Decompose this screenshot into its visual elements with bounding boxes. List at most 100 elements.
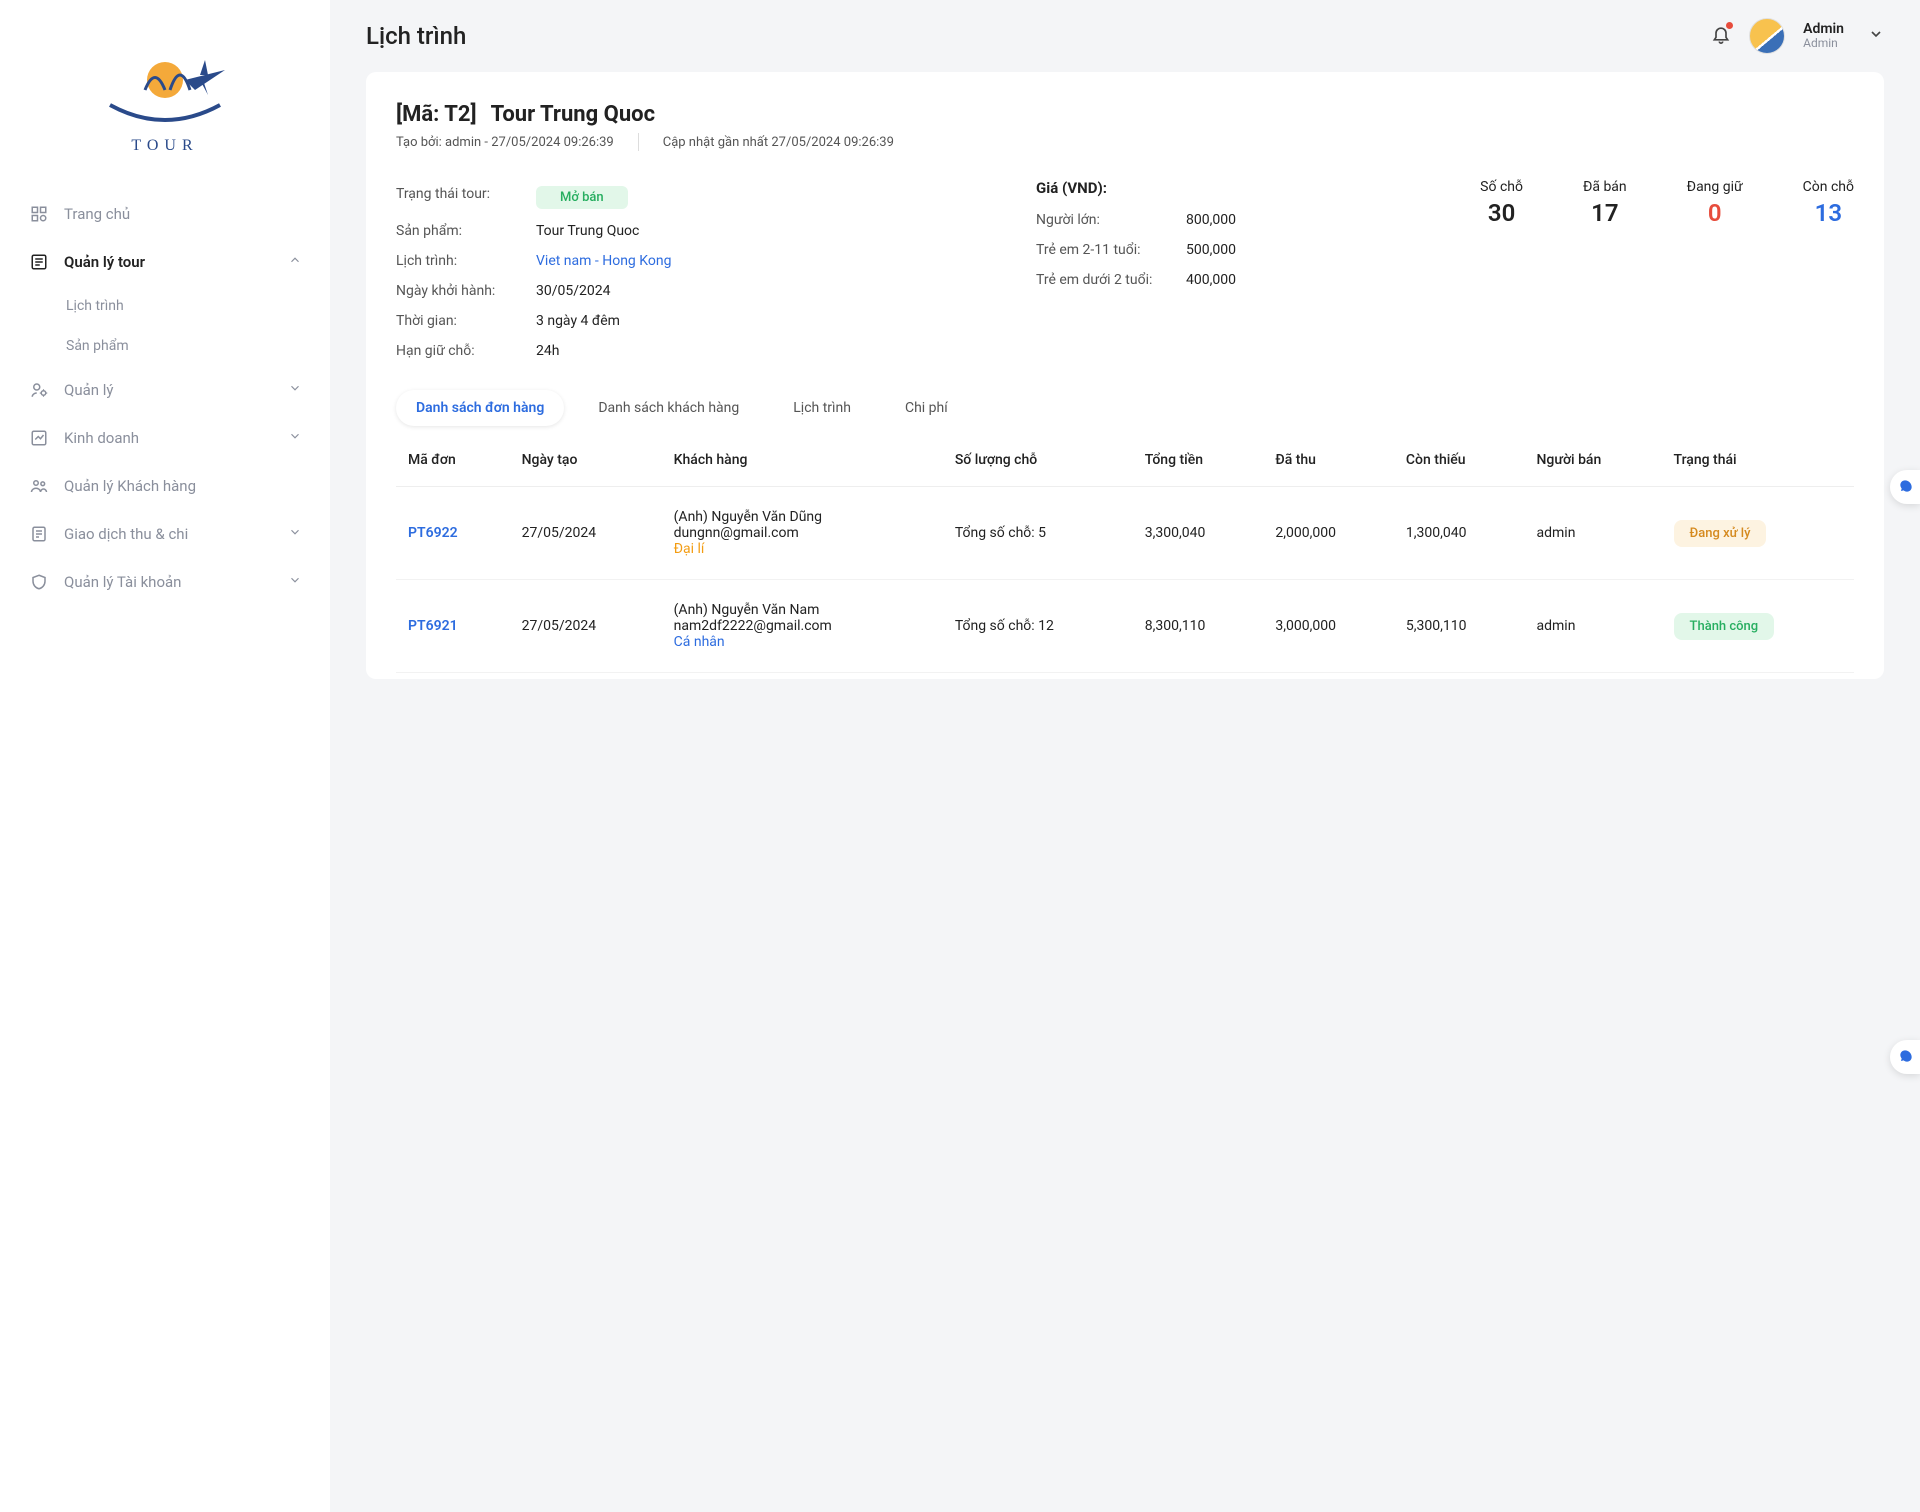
value-depart: 30/05/2024 [536,283,611,299]
cell-customer: (Anh) Nguyễn Văn Namnam2df2222@gmail.com… [662,580,943,673]
logo: TOUR [0,15,330,190]
nav-business[interactable]: Kinh doanh [22,414,308,462]
cell-remaining: 5,300,110 [1394,580,1525,673]
nav-home-label: Trang chủ [64,205,130,223]
user-name: Admin [1803,21,1844,37]
cell-created: 27/05/2024 [510,580,662,673]
cell-seats: Tổng số chỗ: 5 [943,487,1133,580]
th-seats: Số lượng chỗ [943,434,1133,487]
cell-seller: admin [1525,580,1662,673]
stat-seats: 30 [1480,199,1523,227]
list-icon [28,253,50,271]
float-widget-2[interactable] [1890,1040,1920,1074]
avatar[interactable] [1749,18,1785,54]
value-duration: 3 ngày 4 đêm [536,313,620,329]
receipt-icon [28,525,50,543]
stat-sold-label: Đã bán [1583,179,1627,195]
tab-customers[interactable]: Danh sách khách hàng [578,390,759,426]
nav-management-label: Quản lý [64,381,114,399]
nav-product[interactable]: Sản phẩm [66,326,308,366]
tour-code: [Mã: T2] [396,102,477,127]
detail-card: [Mã: T2] Tour Trung Quoc Tạo bởi: admin … [366,72,1884,679]
user-menu[interactable]: Admin Admin [1803,21,1844,51]
cell-status: Đang xử lý [1662,487,1854,580]
nav-schedule[interactable]: Lịch trình [66,286,308,326]
label-child: Trẻ em 2-11 tuổi: [1036,242,1186,258]
user-cog-icon [28,381,50,399]
cell-paid: 2,000,000 [1263,487,1394,580]
nav-management[interactable]: Quản lý [22,366,308,414]
nav-account-mgmt[interactable]: Quản lý Tài khoản [22,558,308,606]
created-by: Tạo bởi: admin - 27/05/2024 09:26:39 [396,135,614,150]
nav-business-label: Kinh doanh [64,429,139,447]
nav-home[interactable]: Trang chủ [22,190,308,238]
value-adult: 800,000 [1186,212,1236,228]
label-hold: Hạn giữ chỗ: [396,343,536,359]
nav-tour-mgmt-label: Quản lý tour [64,253,145,271]
th-seller: Người bán [1525,434,1662,487]
chevron-down-icon [288,429,302,447]
cell-remaining: 1,300,040 [1394,487,1525,580]
notifications-button[interactable] [1711,24,1731,48]
stat-holding: 0 [1687,199,1743,227]
value-product: Tour Trung Quoc [536,223,639,239]
topbar: Lịch trình Admin Admin [330,0,1920,72]
value-child: 500,000 [1186,242,1236,258]
nav-customer-mgmt[interactable]: Quản lý Khách hàng [22,462,308,510]
label-depart: Ngày khởi hành: [396,283,536,299]
tab-schedule[interactable]: Lịch trình [773,390,871,426]
label-adult: Người lớn: [1036,212,1186,228]
stat-seats-label: Số chỗ [1480,179,1523,195]
nav-transactions[interactable]: Giao dịch thu & chi [22,510,308,558]
stat-remain: 13 [1803,199,1854,227]
tabs: Danh sách đơn hàng Danh sách khách hàng … [396,390,1854,426]
grid-icon [28,205,50,223]
th-created: Ngày tạo [510,434,662,487]
cell-seller: admin [1525,487,1662,580]
status-badge: Mở bán [536,186,628,209]
stat-remain-label: Còn chỗ [1803,179,1854,195]
label-product: Sản phẩm: [396,223,536,239]
updated-at: Cập nhật gần nhất 27/05/2024 09:26:39 [663,135,894,150]
chevron-down-icon [288,573,302,591]
value-itinerary[interactable]: Viet nam - Hong Kong [536,253,671,269]
status-badge: Thành công [1674,613,1775,640]
th-code: Mã đơn [396,434,510,487]
nav-customer-mgmt-label: Quản lý Khách hàng [64,477,196,495]
nav-account-mgmt-label: Quản lý Tài khoản [64,573,181,591]
users-icon [28,477,50,495]
table-row[interactable]: PT692227/05/2024(Anh) Nguyễn Văn Dũngdun… [396,487,1854,580]
label-status: Trạng thái tour: [396,186,536,209]
nav-tour-mgmt[interactable]: Quản lý tour [22,238,308,286]
chart-icon [28,429,50,447]
table-row[interactable]: PT6921 27/05/2024(Anh) Nguyễn Văn Namnam2… [396,580,1854,673]
value-hold: 24h [536,343,559,359]
stat-holding-label: Đang giữ [1687,179,1743,195]
status-badge: Đang xử lý [1674,520,1767,547]
value-baby: 400,000 [1186,272,1236,288]
th-total: Tổng tiền [1133,434,1264,487]
order-code-link[interactable]: PT6922 [408,525,458,541]
order-code-link[interactable]: PT6921 [408,618,458,634]
stat-sold: 17 [1583,199,1627,227]
notification-dot-icon [1726,22,1733,29]
float-widget-1[interactable] [1890,470,1920,504]
nav-transactions-label: Giao dịch thu & chi [64,525,188,543]
chevron-up-icon [288,253,302,271]
cell-customer: (Anh) Nguyễn Văn Dũngdungnn@gmail.comĐại… [662,487,943,580]
chevron-down-icon [288,525,302,543]
tab-cost[interactable]: Chi phí [885,390,968,426]
tab-orders[interactable]: Danh sách đơn hàng [396,390,564,426]
cell-total: 3,300,040 [1133,487,1264,580]
th-status: Trạng thái [1662,434,1854,487]
price-heading: Giá (VND): [1036,179,1356,205]
logo-text: TOUR [0,137,330,155]
label-itinerary: Lịch trình: [396,253,536,269]
th-customer: Khách hàng [662,434,943,487]
th-remaining: Còn thiếu [1394,434,1525,487]
cell-total: 8,300,110 [1133,580,1264,673]
orders-table: Mã đơn Ngày tạo Khách hàng Số lượng chỗ … [396,434,1854,673]
cell-status: Thành công [1662,580,1854,673]
shield-icon [28,573,50,591]
label-duration: Thời gian: [396,313,536,329]
